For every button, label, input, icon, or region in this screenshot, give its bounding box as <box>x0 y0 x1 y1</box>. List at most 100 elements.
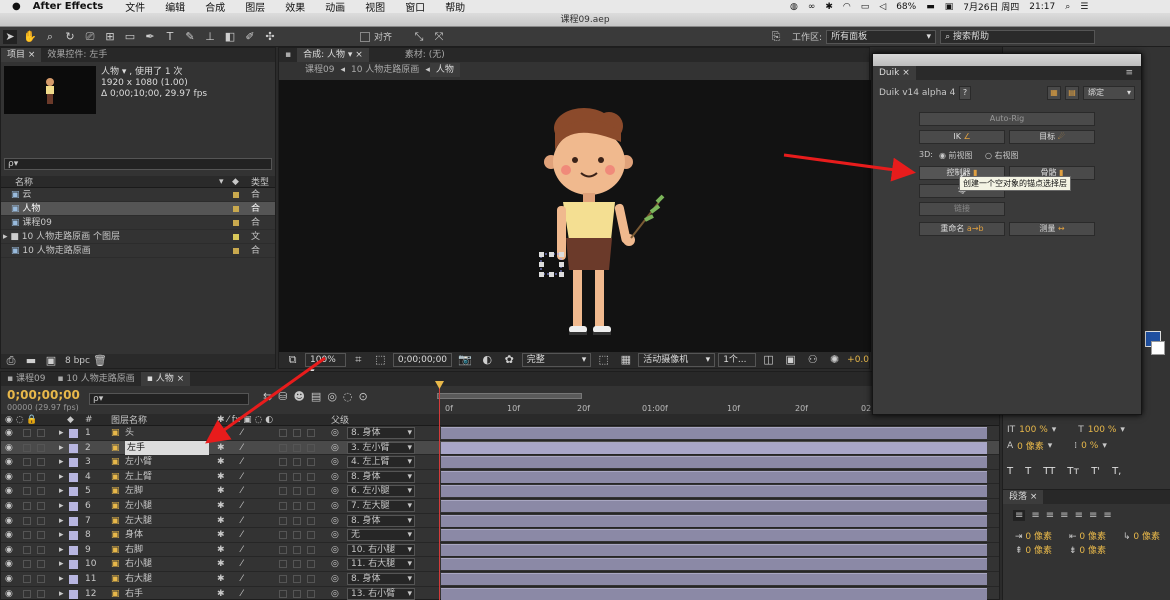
pickwhip-icon[interactable]: ◎ <box>331 499 339 513</box>
region-icon[interactable]: ⬚ <box>374 353 387 367</box>
motion-blur-toggle[interactable] <box>293 545 301 554</box>
eye-icon[interactable]: ◉ <box>5 557 13 571</box>
lock-toggle[interactable] <box>37 458 45 467</box>
menu-effect[interactable]: 效果 <box>285 0 305 14</box>
roi-icon[interactable]: ⬚ <box>597 353 610 367</box>
quality-switch-icon[interactable]: ⁄ <box>241 426 243 440</box>
layer-duration-bar[interactable] <box>441 557 987 571</box>
layer-name[interactable]: 身体 <box>125 528 143 542</box>
quality-switch-icon[interactable]: ⁄ <box>241 470 243 484</box>
battery-percent[interactable]: 68% <box>896 2 916 12</box>
label-color-swatch[interactable] <box>69 589 78 599</box>
apple-icon[interactable]: ● <box>12 1 21 12</box>
expand-arrow-icon[interactable]: ▸ <box>59 455 64 469</box>
shy-icon[interactable]: ☻ <box>293 390 304 403</box>
3d-toggle[interactable] <box>307 429 315 437</box>
menu-help[interactable]: 帮助 <box>445 0 465 14</box>
duik-mode-select[interactable]: 绑定 ▾ <box>1083 86 1135 100</box>
fx-toggle[interactable] <box>279 472 287 481</box>
help-search-input[interactable]: ⌕ 搜索帮助 <box>940 29 1096 44</box>
pickwhip-icon[interactable]: ◎ <box>331 426 339 440</box>
bpc-button[interactable]: 8 bpc <box>65 356 90 366</box>
baseline-value[interactable]: 0 像素 <box>1017 439 1044 452</box>
type-tool-icon[interactable]: T <box>163 30 177 44</box>
table-row[interactable]: ◉ ▸ 12 ▣ 右手 ✱ ⁄ ◎ 13. 右小臂 ▾ <box>1 587 999 600</box>
parent-select[interactable]: 无 ▾ <box>347 529 415 542</box>
tab-effect-controls[interactable]: 效果控件: 左手 <box>41 48 113 62</box>
lock-toggle[interactable] <box>37 589 45 598</box>
tab-duik[interactable]: Duik × <box>873 66 916 80</box>
align-center-icon[interactable]: ≡ <box>1031 510 1039 521</box>
label-color-swatch[interactable] <box>69 560 78 570</box>
collapse-switch-icon[interactable]: ✱ <box>217 470 225 484</box>
table-row[interactable]: ◉ ▸ 1 ▣ 头 ✱ ⁄ ◎ 8. 身体 ▾ <box>1 426 999 441</box>
right-view-radio[interactable]: ○ 右视图 <box>985 150 1019 161</box>
label-color-swatch[interactable] <box>69 574 78 584</box>
eye-icon[interactable]: ◉ <box>5 514 13 528</box>
exposure-value[interactable]: +0.0 <box>847 355 869 365</box>
quality-switch-icon[interactable]: ⁄ <box>241 455 243 469</box>
justify-center-icon[interactable]: ≡ <box>1075 510 1083 521</box>
expand-arrow-icon[interactable]: ▸ <box>59 572 64 586</box>
tsume-value[interactable]: 0 % <box>1081 441 1098 451</box>
small-caps-button[interactable]: Tт <box>1067 466 1079 477</box>
motion-blur-toggle[interactable] <box>293 589 301 598</box>
menu-window[interactable]: 窗口 <box>405 0 425 14</box>
solo-toggle[interactable] <box>23 531 31 540</box>
fx-toggle[interactable] <box>279 443 287 452</box>
menu-layer[interactable]: 图层 <box>245 0 265 14</box>
layer-duration-bar[interactable] <box>441 455 987 469</box>
label-color-swatch[interactable] <box>69 501 78 511</box>
grid-icon[interactable]: ⌗ <box>352 353 365 367</box>
layer-duration-bar[interactable] <box>441 572 987 585</box>
quality-switch-icon[interactable]: ⁄ <box>241 572 243 586</box>
notification-icon[interactable]: ☰ <box>1080 2 1088 12</box>
fx-toggle[interactable] <box>279 458 287 467</box>
menu-view[interactable]: 视图 <box>365 0 385 14</box>
solo-toggle[interactable] <box>23 589 31 598</box>
motion-blur-toggle[interactable] <box>293 487 301 496</box>
fx-toggle[interactable] <box>279 531 287 540</box>
crumb-course[interactable]: 课程09 <box>299 63 340 77</box>
pickwhip-icon[interactable]: ◎ <box>331 557 339 571</box>
quality-switch-icon[interactable]: ⁄ <box>241 557 243 571</box>
interpret-icon[interactable]: ⎙ <box>4 354 18 368</box>
vertical-scale-value[interactable]: 100 % <box>1019 425 1048 435</box>
motion-blur-toggle[interactable] <box>293 574 301 583</box>
pickwhip-icon[interactable]: ◎ <box>331 484 339 498</box>
fx-toggle[interactable] <box>279 487 287 496</box>
label-color-swatch[interactable] <box>69 472 78 482</box>
table-row[interactable]: ◉ ▸ 9 ▣ 右脚 ✱ ⁄ ◎ 10. 右小腿 ▾ <box>1 543 999 558</box>
project-search-input[interactable]: ρ▾ <box>4 158 272 170</box>
quality-switch-icon[interactable]: ⁄ <box>241 528 243 542</box>
motion-blur-toggle[interactable] <box>293 531 301 540</box>
collapse-switch-icon[interactable]: ✱ <box>217 484 225 498</box>
app-menu[interactable]: After Effects <box>33 1 103 12</box>
layer-search-input[interactable]: ρ▾ <box>89 393 249 405</box>
lock-toggle[interactable] <box>37 487 45 496</box>
solo-toggle[interactable] <box>23 487 31 496</box>
puppet-tool-icon[interactable]: ✣ <box>263 30 277 44</box>
ik-button[interactable]: IK ∠ <box>919 130 1005 144</box>
3d-toggle[interactable] <box>307 487 315 496</box>
eye-icon[interactable]: ◉ <box>5 587 13 600</box>
motion-blur-toggle[interactable] <box>293 560 301 569</box>
parent-select[interactable]: 7. 左大腿 ▾ <box>347 499 415 512</box>
quality-switch-icon[interactable]: ⁄ <box>241 441 243 455</box>
always-preview-icon[interactable]: ⧉ <box>286 353 299 367</box>
3d-toggle[interactable] <box>307 516 315 525</box>
table-row[interactable]: ◉ ▸ 7 ▣ 左大腿 ✱ ⁄ ◎ 8. 身体 ▾ <box>1 514 999 529</box>
indent-left-value[interactable]: ⇥ 0 像素 <box>1015 529 1052 542</box>
crumb-walk[interactable]: 10 人物走路原画 <box>345 63 425 77</box>
parent-select[interactable]: 3. 左小臂 ▾ <box>347 441 415 454</box>
resolution-select[interactable]: 完整 ▾ <box>521 353 592 367</box>
link-button[interactable]: 链接 <box>919 202 1005 216</box>
menu-composition[interactable]: 合成 <box>205 0 225 14</box>
solo-toggle[interactable] <box>23 516 31 525</box>
eye-icon[interactable]: ◉ <box>5 528 13 542</box>
fx-toggle[interactable] <box>279 516 287 525</box>
table-row[interactable]: ◉ ▸ 6 ▣ 左小腿 ✱ ⁄ ◎ 7. 左大腿 ▾ <box>1 499 999 514</box>
tab-timeline-walk[interactable]: ▪ 10 人物走路原画 <box>51 372 140 386</box>
motion-blur-toggle[interactable] <box>293 458 301 467</box>
eye-icon[interactable]: ◉ <box>5 426 13 440</box>
